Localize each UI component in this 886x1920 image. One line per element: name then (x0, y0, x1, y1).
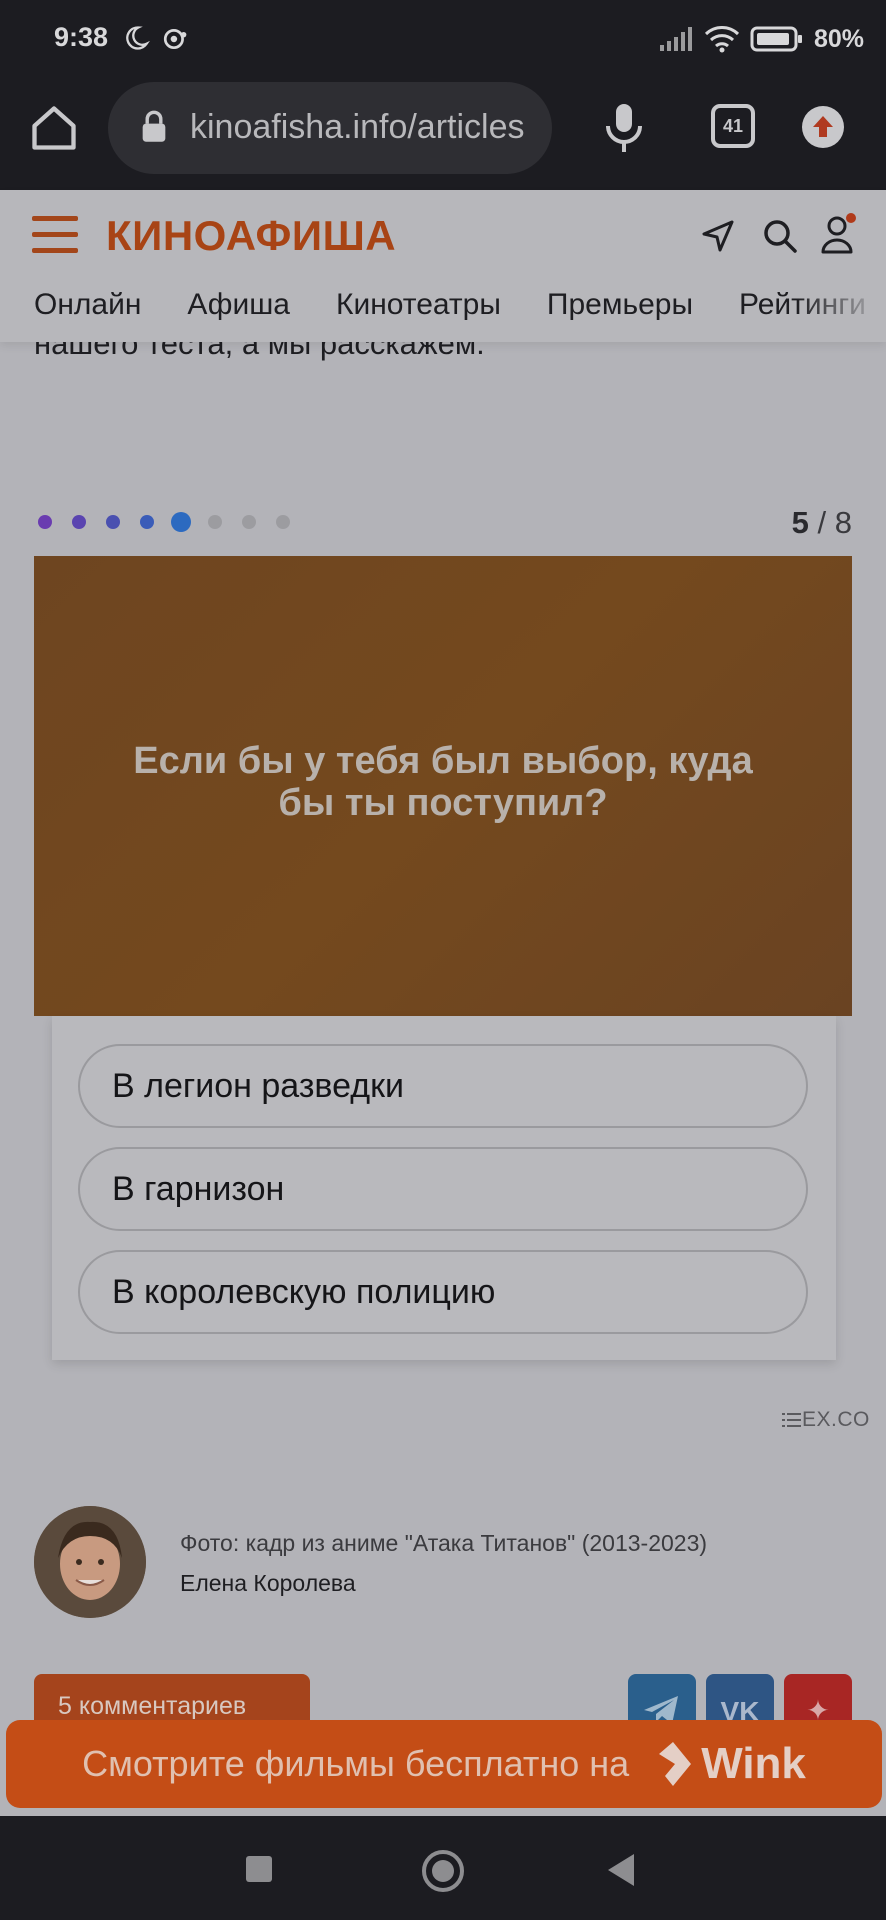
main-nav: Онлайн Афиша Кинотеатры Премьеры Рейтинг… (34, 288, 866, 322)
wink-banner-text: Смотрите фильмы бесплатно на (82, 1743, 630, 1784)
answer-option[interactable]: В гарнизон (78, 1147, 808, 1231)
search-icon[interactable] (760, 216, 800, 256)
home-nav-icon[interactable] (422, 1850, 464, 1892)
wink-diamond-icon (659, 1742, 692, 1786)
nav-item-afisha[interactable]: Афиша (187, 288, 290, 322)
wifi-icon (704, 26, 739, 53)
answer-option[interactable]: В королевскую полицию (78, 1250, 808, 1334)
nav-item-premieres[interactable]: Премьеры (547, 288, 693, 322)
site-logo[interactable]: КИНОАФИША (106, 212, 396, 260)
quiz-counter-separator: / (808, 505, 835, 540)
progress-dot (242, 515, 256, 529)
status-bar: 9:38 80% (0, 0, 886, 78)
lock-icon (142, 110, 166, 142)
site-header: КИНОАФИША Онлайн Афиша Кинотеатры Премье… (0, 190, 886, 342)
dnd-icon (163, 28, 187, 50)
status-indicators: 80% (659, 24, 864, 54)
browser-toolbar: kinoafisha.info/articles 41 (0, 78, 886, 190)
user-icon[interactable] (818, 212, 860, 256)
wink-logo: Wink (653, 1739, 806, 1789)
moon-icon (126, 26, 150, 50)
progress-dot (38, 515, 52, 529)
hamburger-menu-icon[interactable] (32, 216, 80, 256)
system-nav-bar (0, 1816, 886, 1920)
nav-fade (796, 282, 886, 332)
status-time: 9:38 (54, 22, 109, 52)
progress-dot (208, 515, 222, 529)
quiz-counter-current: 5 (791, 505, 809, 540)
exco-label: EX.CO (802, 1408, 870, 1431)
quiz-question: Если бы у тебя был выбор, куда бы ты пос… (133, 740, 753, 824)
quiz-question-card: Если бы у тебя был выбор, куда бы ты пос… (34, 556, 852, 1016)
progress-dot (140, 515, 154, 529)
quiz-counter-total: 8 (834, 505, 852, 540)
wink-brand-name: Wink (701, 1739, 806, 1788)
exco-logo[interactable]: EX.CO (782, 1408, 870, 1432)
progress-dot (72, 515, 86, 529)
battery-icon (750, 26, 802, 52)
url-bar[interactable]: kinoafisha.info/articles (108, 82, 552, 174)
tabs-counter-button[interactable]: 41 (711, 104, 755, 148)
progress-dot (106, 515, 120, 529)
recents-icon[interactable] (246, 1856, 272, 1882)
nav-item-online[interactable]: Онлайн (34, 288, 141, 322)
quiz-progress-dots (38, 512, 290, 532)
mic-icon[interactable] (600, 100, 648, 156)
author-avatar[interactable] (34, 1506, 146, 1618)
battery-percent: 80% (813, 24, 864, 53)
back-icon[interactable] (608, 1854, 634, 1886)
home-icon[interactable] (28, 100, 80, 156)
nav-item-cinemas[interactable]: Кинотеатры (336, 288, 501, 322)
author-name[interactable]: Елена Королева (180, 1570, 356, 1597)
quiz-counter: 5 / 8 (792, 505, 852, 541)
location-arrow-icon[interactable] (698, 216, 738, 256)
progress-dot (276, 515, 290, 529)
photo-caption: Фото: кадр из аниме "Атака Титанов" (201… (180, 1530, 708, 1556)
signal-icon (659, 27, 692, 51)
update-icon[interactable] (802, 106, 844, 148)
wink-ad-banner[interactable]: Смотрите фильмы бесплатно на Wink (6, 1720, 882, 1808)
url-text: kinoafisha.info/articles (190, 108, 525, 146)
answer-option[interactable]: В легион разведки (78, 1044, 808, 1128)
quiz-answers-panel: В легион разведки В гарнизон В королевск… (52, 1016, 836, 1360)
progress-dot (171, 512, 191, 532)
